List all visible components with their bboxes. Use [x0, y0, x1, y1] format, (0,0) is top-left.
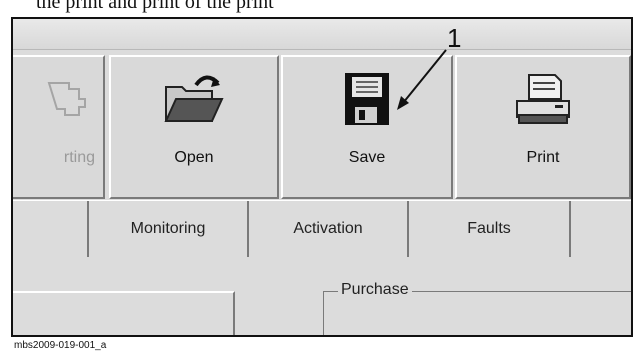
cropped-caption-text: the print and print of the print: [0, 0, 639, 16]
open-button[interactable]: Open: [109, 55, 279, 199]
folder-open-icon: [164, 75, 224, 122]
content-panel: Purchase: [13, 259, 631, 335]
print-button[interactable]: Print: [455, 55, 631, 199]
printer-icon: [516, 74, 570, 124]
window-title-strip: [13, 19, 631, 50]
tab-strip: Monitoring Activation Faults: [13, 200, 631, 260]
save-button-label: Save: [348, 149, 386, 166]
figure-page: the print and print of the print rting O…: [0, 0, 639, 356]
figure-reference-code: mbs2009-019-001_a: [14, 340, 107, 351]
tab-faults-label: Faults: [467, 220, 511, 237]
setting-button-label: rting: [63, 149, 95, 166]
tab-hidden[interactable]: [13, 201, 89, 257]
tab-activation[interactable]: Activation: [249, 201, 409, 257]
open-button-label: Open: [174, 149, 214, 166]
setting-icon: [47, 82, 86, 116]
purchase-group-label: Purchase: [338, 281, 412, 299]
print-button-label: Print: [526, 149, 560, 166]
tab-monitoring-label: Monitoring: [130, 220, 206, 237]
callout-number: 1: [447, 23, 462, 53]
screenshot-frame: rting Open Save Print Monitoring Activat…: [11, 17, 633, 337]
floppy-disk-icon: [345, 73, 389, 125]
save-button[interactable]: Save: [281, 55, 453, 199]
setting-button[interactable]: rting: [13, 55, 105, 199]
tab-activation-label: Activation: [293, 220, 363, 237]
tab-faults[interactable]: Faults: [409, 201, 571, 257]
tab-monitoring[interactable]: Monitoring: [89, 201, 249, 257]
cropped-caption-line: the print and print of the print: [36, 0, 274, 13]
left-group-box: [13, 291, 235, 335]
